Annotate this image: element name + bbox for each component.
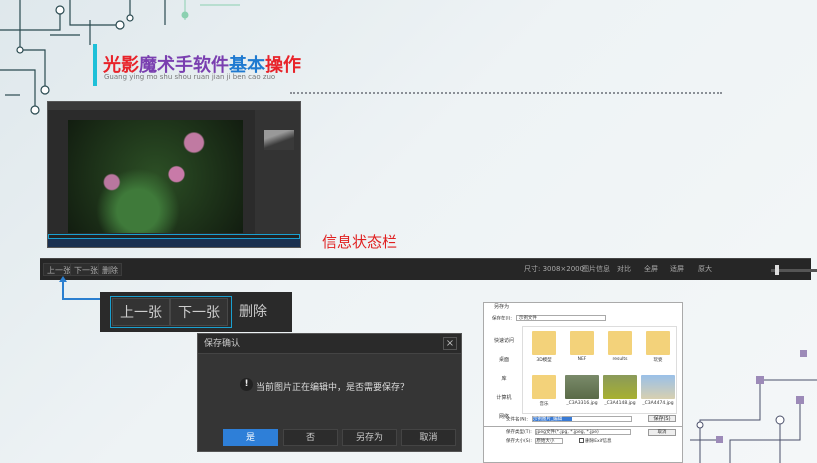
cancel-button[interactable]: 取消 — [401, 429, 456, 446]
compare-button[interactable]: 对比 — [617, 264, 631, 274]
location-label: 保存在(I): — [492, 316, 512, 322]
zoomed-next-button[interactable]: 下一张 — [170, 298, 228, 326]
filename-row: 文件名(N): 示例图片_编辑 — [506, 416, 632, 423]
size-select[interactable]: 原始大小 — [535, 438, 564, 444]
place-library[interactable]: 库 — [488, 365, 520, 384]
location-row: 保存在(I): 示例文件 — [492, 315, 606, 322]
file-item[interactable]: _C3A4148.jpg — [601, 375, 639, 406]
zoomed-prev-button[interactable]: 上一张 — [112, 298, 170, 326]
info-status-bar-label: 信息状态栏 — [322, 233, 398, 251]
place-computer[interactable]: 计算机 — [488, 384, 520, 403]
save-button[interactable]: 保存(S) — [648, 415, 676, 422]
filename-label: 文件名(N): — [506, 417, 528, 423]
save-as-button[interactable]: 另存为 — [342, 429, 397, 446]
zoomed-buttons-panel: 上一张 下一张 删除 — [100, 292, 292, 332]
close-icon[interactable]: × — [443, 337, 457, 350]
original-size-button[interactable]: 原大 — [698, 264, 712, 274]
file-item[interactable]: _C3A4474.jpg — [639, 375, 677, 406]
file-item[interactable]: 音乐 — [525, 375, 563, 407]
type-select[interactable]: jpeg文件(*.jpg, *.jpeg, *.jpe) — [535, 429, 632, 435]
title-accent-bar — [93, 44, 97, 86]
file-item[interactable]: _C3A3316.jpg — [563, 375, 601, 406]
status-bar: 上一张 下一张 删除 尺寸: 3008×2000 图片信息 对比 全屏 适屏 原… — [40, 258, 817, 280]
message-text: 当前图片正在编辑中，是否需要保存？ — [256, 383, 410, 393]
delete-button[interactable]: 删除 — [98, 263, 122, 276]
type-label: 保存类型(T): — [506, 430, 532, 435]
file-item[interactable]: results — [601, 331, 639, 362]
zoom-slider[interactable] — [771, 265, 817, 275]
warning-icon: ! — [240, 378, 253, 391]
app-screenshot — [47, 101, 301, 248]
dialog-title: 保存确认 — [198, 334, 461, 354]
image-info-button[interactable]: 图片信息 — [582, 264, 610, 274]
app-toolbar — [48, 102, 300, 110]
size-row: 保存大小(S): 原始大小 删除Exif信息 — [506, 438, 612, 444]
exif-checkbox[interactable] — [578, 438, 584, 443]
size-label: 保存大小(S): — [506, 439, 532, 444]
exif-label: 删除Exif信息 — [585, 439, 612, 444]
dialog-message: ! 当前图片正在编辑中，是否需要保存？ — [240, 378, 410, 393]
image-size: 尺寸: 3008×2000 — [524, 265, 585, 273]
file-item[interactable]: 玩耍 — [639, 331, 677, 363]
zoomed-delete-button[interactable]: 删除 — [236, 298, 270, 326]
file-item[interactable]: 3D模型 — [525, 331, 563, 363]
save-as-title: 另存为 — [494, 304, 510, 310]
save-confirm-dialog: 保存确认 × ! 当前图片正在编辑中，是否需要保存？ 是 否 另存为 取消 — [197, 333, 462, 452]
histogram — [264, 130, 294, 150]
file-grid: 3D模型 NEF results 玩耍 音乐 _C3A3316.jpg _C3A… — [522, 326, 677, 414]
title-pinyin: Guang ying mo shu shou ruan jian ji ben … — [104, 73, 276, 81]
save-as-dialog-bottom: 保存类型(T): jpeg文件(*.jpg, *.jpeg, *.jpe) 保存… — [483, 427, 683, 463]
callout-arrow — [62, 298, 102, 300]
places-sidebar: 快速访问 桌面 库 计算机 网络 — [488, 327, 520, 424]
type-row: 保存类型(T): jpeg文件(*.jpg, *.jpeg, *.jpe) — [506, 429, 632, 435]
yes-button[interactable]: 是 — [223, 429, 278, 446]
location-select[interactable]: 示例文件 — [515, 315, 606, 321]
callout-arrow — [62, 280, 64, 300]
save-as-dialog: 另存为 保存在(I): 示例文件 快速访问 桌面 库 计算机 网络 3D模型 NE… — [483, 302, 683, 427]
taskbar — [48, 239, 300, 247]
cancel-button[interactable]: 取消 — [648, 429, 676, 436]
flower-photo — [68, 120, 243, 233]
fit-screen-button[interactable]: 适屏 — [670, 264, 684, 274]
file-item[interactable]: NEF — [563, 331, 601, 362]
place-quick-access[interactable]: 快速访问 — [488, 327, 520, 346]
slider-handle[interactable] — [775, 265, 779, 275]
right-panel — [255, 110, 300, 237]
filename-input[interactable]: 示例图片_编辑 — [531, 416, 632, 422]
fullscreen-button[interactable]: 全屏 — [644, 264, 658, 274]
dotted-divider — [290, 92, 722, 94]
no-button[interactable]: 否 — [283, 429, 338, 446]
place-desktop[interactable]: 桌面 — [488, 346, 520, 365]
